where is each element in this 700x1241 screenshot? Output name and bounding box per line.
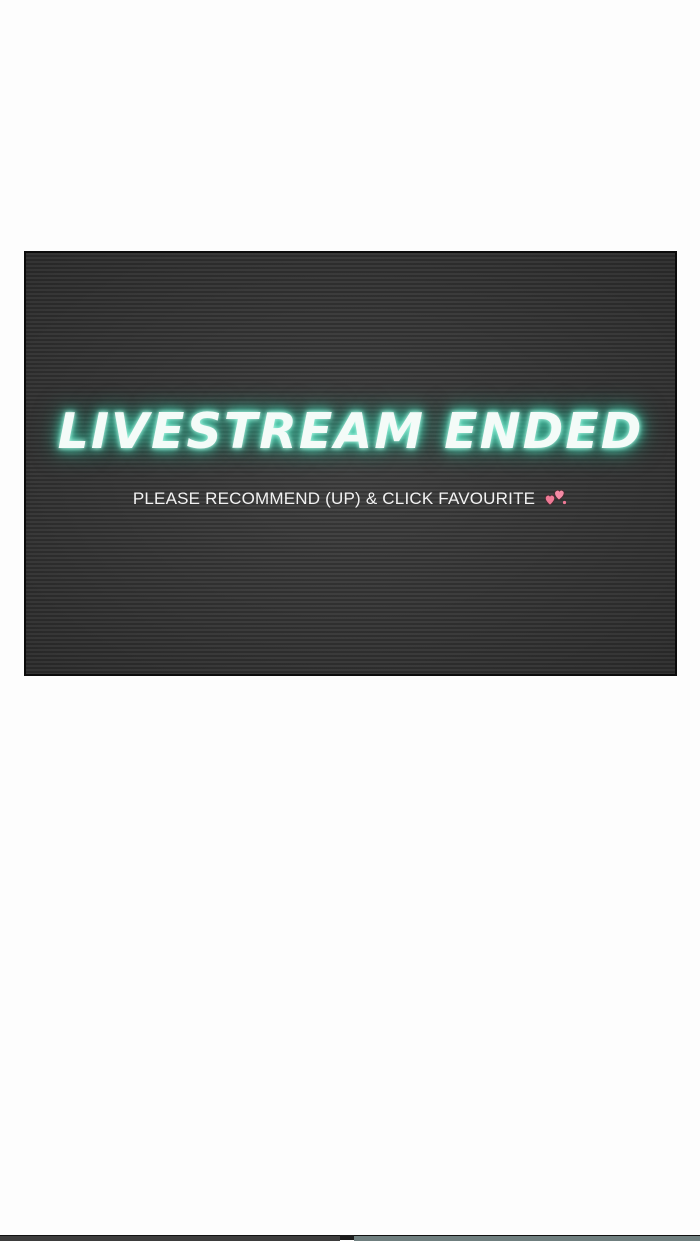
recommend-message: PLEASE RECOMMEND (UP) & CLICK FAVOURITE — [26, 487, 675, 509]
livestream-ended-panel: LIVESTREAM ENDED PLEASE RECOMMEND (UP) &… — [24, 251, 677, 676]
next-panel-left-edge — [0, 1235, 340, 1241]
next-panel-edge — [0, 1235, 700, 1241]
next-panel-right-edge — [354, 1235, 700, 1241]
hearts-icon — [544, 487, 568, 507]
livestream-ended-title: LIVESTREAM ENDED — [57, 403, 644, 460]
recommend-message-text: PLEASE RECOMMEND (UP) & CLICK FAVOURITE — [132, 489, 536, 508]
panel-gutter — [340, 1235, 354, 1240]
